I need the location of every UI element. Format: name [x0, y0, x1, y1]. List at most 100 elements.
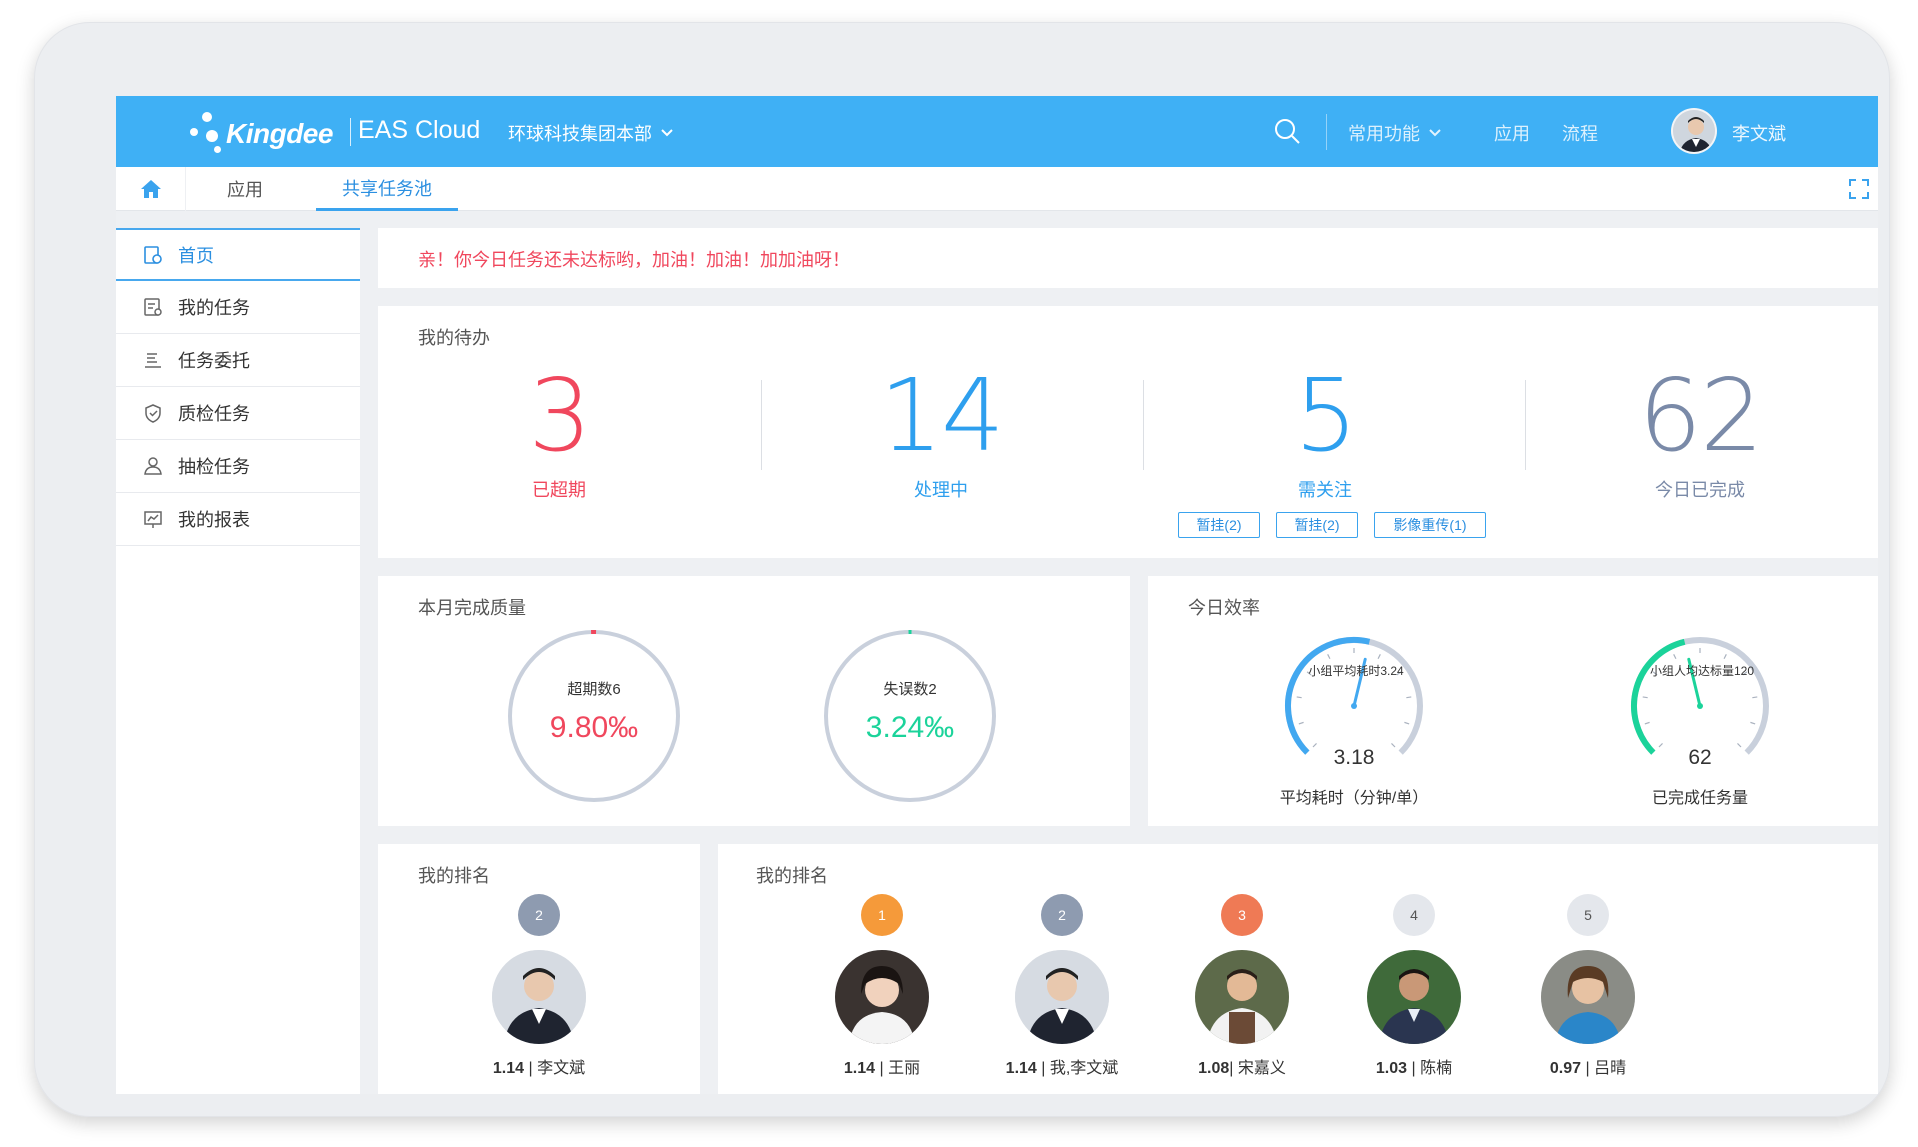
ranking-panel: 我的排名 1 1.14 | 王丽 2 1.14 | 我,李文斌 3 1.08| … — [718, 844, 1878, 1094]
search-icon[interactable] — [1272, 116, 1302, 146]
rank-name: 王丽 — [888, 1060, 921, 1077]
gauge-tick — [1296, 696, 1302, 699]
rank-text: 0.97 | 吕晴 — [1549, 1060, 1627, 1077]
gauge-tick — [1642, 696, 1648, 699]
completed-today-stat[interactable]: 62 今日已完成 — [1550, 366, 1850, 502]
completed-today-count: 62 — [1638, 357, 1763, 474]
sidebar-item-home[interactable]: 首页 — [116, 228, 360, 281]
attention-label: 需关注 — [1298, 480, 1352, 500]
todo-title: 我的待办 — [418, 328, 490, 348]
ranking-item-2[interactable]: 2 1.14 | 我,李文斌 — [982, 894, 1142, 1078]
person-photo-icon — [1195, 950, 1289, 1044]
user-avatar[interactable] — [1671, 108, 1717, 154]
sidebar-item-label: 首页 — [178, 245, 214, 266]
sidebar-item-label: 我的报表 — [178, 510, 250, 530]
gauge-progress — [1631, 638, 1686, 755]
person-photo-icon — [1541, 950, 1635, 1044]
rank-number: 5 — [1584, 907, 1592, 923]
rank-name: 吕晴 — [1594, 1060, 1627, 1077]
rank-score: 1.03 — [1375, 1060, 1408, 1077]
tab-apps[interactable]: 应用 — [186, 167, 304, 211]
user-photo-icon — [1673, 110, 1715, 152]
chevron-down-icon — [661, 129, 673, 137]
tag-image-reupload[interactable]: 影像重传(1) — [1374, 512, 1486, 538]
rank-number: 3 — [1238, 907, 1246, 923]
avatar — [1541, 950, 1635, 1044]
sidebar-item-my-tasks[interactable]: 我的任务 — [116, 281, 360, 334]
attention-stat[interactable]: 5 需关注 — [1175, 366, 1475, 502]
gauge-tick — [1673, 654, 1677, 660]
error-ring-label: 失误数2 3.24‰ — [810, 678, 1010, 745]
delegate-icon — [145, 353, 161, 368]
ranking-item-4[interactable]: 4 1.03 | 陈楠 — [1334, 894, 1494, 1078]
home-icon — [140, 180, 161, 198]
sidebar-item-delegation[interactable]: 任务委托 — [116, 334, 360, 387]
app-screen: Kingdee EAS Cloud 环球科技集团本部 常用功能 应用 流程 李文… — [116, 96, 1878, 1094]
person-photo-icon — [835, 950, 929, 1044]
tab-shared-task-pool[interactable]: 共享任务池 — [316, 167, 458, 211]
rank-badge: 4 — [1393, 894, 1435, 936]
kingdee-logo[interactable]: Kingdee — [188, 106, 348, 158]
chevron-down-icon — [1429, 129, 1441, 137]
gauge-tick — [1750, 721, 1756, 725]
processing-stat[interactable]: 14 处理中 — [791, 366, 1091, 502]
crown-gold-icon: 1 — [861, 894, 903, 936]
overdue-ring-value: 9.80‰ — [549, 711, 639, 744]
avatar — [1367, 950, 1461, 1044]
org-name: 环球科技集团本部 — [508, 124, 652, 144]
sidebar-item-my-reports[interactable]: 我的报表 — [116, 493, 360, 546]
completed-value: 62 — [1688, 746, 1712, 769]
org-selector[interactable]: 环球科技集团本部 — [508, 120, 674, 146]
my-rank-panel: 我的排名 2 1.14 | 李文斌 — [378, 844, 700, 1094]
sidebar: 首页 我的任务 任务委托 质检任务 抽检任务 我的报表 — [116, 228, 360, 1094]
my-rank-title: 我的排名 — [418, 866, 490, 886]
sidebar-item-sample-check[interactable]: 抽检任务 — [116, 440, 360, 493]
process-link[interactable]: 流程 — [1562, 120, 1598, 146]
rank-score: 1.08 — [1198, 1060, 1230, 1077]
crown-silver-icon: 2 — [1041, 894, 1083, 936]
efficiency-panel: 今日效率 小组平均耗时3.24 3.18 平均耗时（分钟/单） 小组人均达标量1… — [1148, 576, 1878, 826]
tag-suspended-2[interactable]: 暂挂(2) — [1276, 512, 1358, 538]
efficiency-title: 今日效率 — [1188, 598, 1260, 618]
my-rank-card[interactable]: 2 1.14 | 李文斌 — [459, 894, 619, 1078]
sidebar-item-quality-check[interactable]: 质检任务 — [116, 387, 360, 440]
gauge-tick — [1404, 721, 1410, 725]
rank-name: 宋嘉义 — [1237, 1060, 1286, 1077]
ranking-item-5[interactable]: 5 0.97 | 吕晴 — [1508, 894, 1668, 1078]
stat-divider — [1525, 380, 1526, 470]
product-name: EAS Cloud — [358, 116, 481, 144]
overdue-label: 已超期 — [532, 480, 586, 500]
sample-check-icon — [144, 457, 162, 475]
common-functions-label: 常用功能 — [1348, 124, 1420, 144]
completed-today-label: 今日已完成 — [1655, 480, 1745, 500]
overdue-count: 3 — [528, 357, 592, 474]
gauge-tick — [1377, 654, 1381, 660]
top-divider — [1326, 114, 1327, 150]
tab-home[interactable] — [116, 167, 186, 211]
completed-label: 已完成任务量 — [1651, 790, 1748, 807]
gauge-hub — [1351, 703, 1357, 709]
overdue-ring-label: 超期数6 9.80‰ — [494, 678, 694, 745]
alert-text: 亲！你今日任务还未达标哟，加油！加油！加加油呀！ — [418, 250, 850, 270]
todo-panel: 我的待办 3 已超期 14 处理中 5 需关注 62 今日已完成 暂挂(2) 暂… — [378, 306, 1878, 558]
username[interactable]: 李文斌 — [1732, 120, 1786, 146]
rank-number: 2 — [1058, 907, 1066, 923]
crown-bronze-icon: 3 — [1221, 894, 1263, 936]
gauge-tick — [1327, 654, 1331, 660]
fullscreen-icon[interactable] — [1848, 178, 1870, 200]
ranking-item-1[interactable]: 1 1.14 | 王丽 — [802, 894, 962, 1078]
rank-name: 我,李文斌 — [1049, 1060, 1119, 1077]
avatar — [492, 950, 586, 1044]
common-functions-menu[interactable]: 常用功能 — [1348, 120, 1442, 146]
overdue-stat[interactable]: 3 已超期 — [409, 366, 709, 502]
rank-name: 李文斌 — [537, 1060, 586, 1077]
rank-text: 1.03 | 陈楠 — [1375, 1060, 1453, 1077]
ranking-item-3[interactable]: 3 1.08| 宋嘉义 — [1162, 894, 1322, 1078]
apps-link[interactable]: 应用 — [1494, 120, 1530, 146]
quality-title: 本月完成质量 — [418, 598, 526, 618]
tag-suspended-1[interactable]: 暂挂(2) — [1178, 512, 1260, 538]
ranking-title: 我的排名 — [756, 866, 828, 886]
overdue-ring-caption: 超期数6 — [567, 681, 621, 698]
person-photo-icon — [1367, 950, 1461, 1044]
person-photo-icon — [1015, 950, 1109, 1044]
